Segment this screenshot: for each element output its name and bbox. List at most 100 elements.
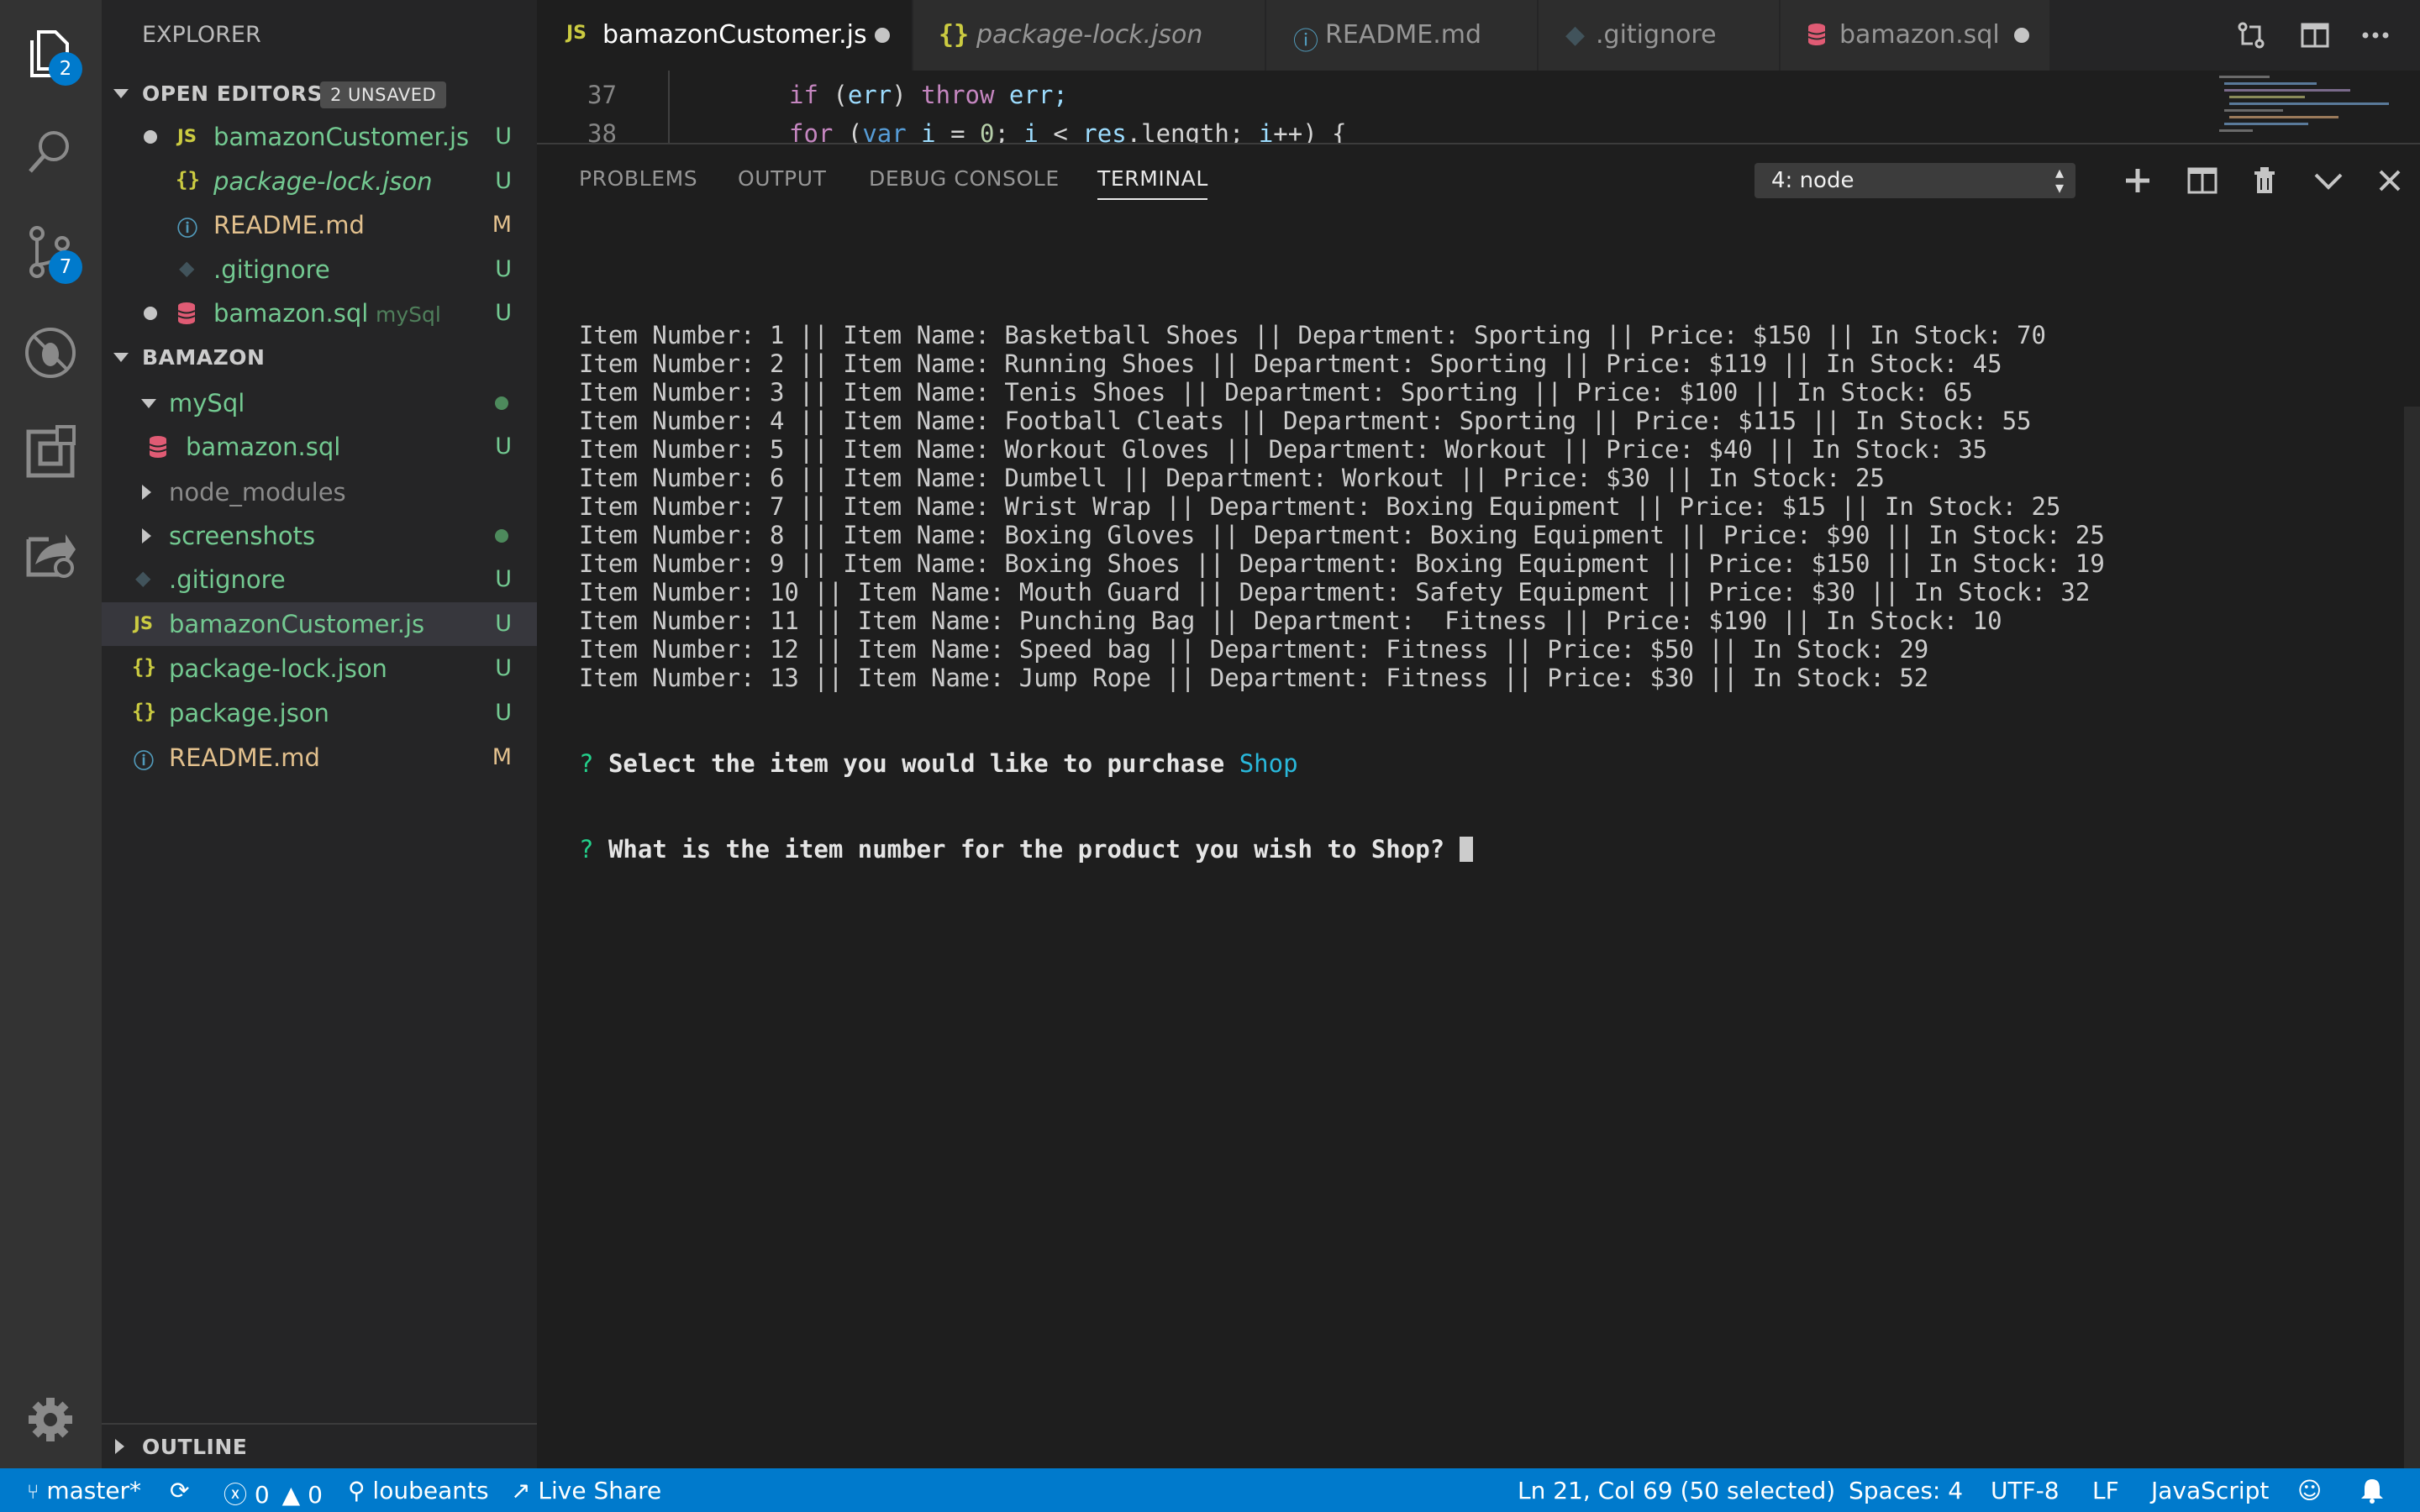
git-branch[interactable]: ⑂ master* (27, 1477, 141, 1504)
tab-problems[interactable]: PROBLEMS (579, 166, 697, 191)
tab-package-lock-json[interactable]: {} package-lock.json (913, 0, 1266, 71)
error-icon: ⓧ (224, 1481, 248, 1509)
database-icon (149, 435, 167, 459)
source-control-icon[interactable]: 7 (20, 222, 82, 284)
tab-terminal[interactable]: TERMINAL (1097, 166, 1208, 191)
terminal-scrollbar[interactable] (2404, 407, 2420, 1470)
tab-bamazoncustomer-js[interactable]: JS bamazonCustomer.js (537, 0, 913, 71)
end-of-line[interactable]: LF (2092, 1477, 2119, 1504)
split-terminal-icon[interactable] (2187, 166, 2217, 195)
info-file-icon: ⓘ (177, 217, 197, 240)
new-terminal-plus-icon[interactable] (2123, 166, 2152, 195)
open-changes-icon[interactable] (2236, 20, 2266, 50)
prompt-line-1: ? Select the item you would like to purc… (579, 749, 2105, 778)
modified-dot-icon (495, 529, 508, 543)
json-file-icon: {} (939, 20, 970, 50)
git-status: U (495, 256, 512, 282)
chevron-down-icon[interactable] (2313, 168, 2344, 193)
tab-gitignore[interactable]: ◆ .gitignore (1539, 0, 1781, 71)
minimap-line (2224, 109, 2283, 112)
tab-label: bamazonCustomer.js (602, 20, 867, 50)
git-file-icon: ◆ (179, 256, 195, 280)
indentation[interactable]: Spaces: 4 (1849, 1477, 1963, 1504)
status-bar: ⑂ master* ⟳ ⓧ 0 ▲ 0 ⚲ loubeants ↗ Live S… (0, 1468, 2420, 1512)
git-status: U (495, 168, 512, 194)
git-status: U (495, 123, 512, 150)
settings-gear-icon[interactable] (20, 1389, 81, 1450)
scm-badge: 7 (49, 250, 82, 284)
tab-label: README.md (1325, 20, 1482, 50)
file-label: bamazonCustomer.js (169, 610, 425, 638)
project-header[interactable]: BAMAZON (102, 335, 537, 379)
code-editor[interactable]: 37 38 if (err) throw err; for (var i = 0… (537, 71, 2420, 143)
folder-label: node_modules (169, 478, 346, 507)
close-panel-icon[interactable] (2377, 168, 2402, 193)
tree-file[interactable]: bamazon.sql U (102, 425, 537, 469)
tab-output[interactable]: OUTPUT (738, 166, 827, 191)
unsaved-dot-icon[interactable] (2014, 28, 2029, 43)
sync-icon[interactable]: ⟳ (170, 1477, 189, 1504)
tree-file[interactable]: ⓘ README.md M (102, 736, 537, 780)
terminal-output[interactable]: Item Number: 1 || Item Name: Basketball … (579, 264, 2105, 921)
extensions-icon[interactable] (20, 423, 81, 484)
terminal-line: Item Number: 13 || Item Name: Jump Rope … (579, 664, 1929, 692)
tree-file[interactable]: ◆ .gitignore U (102, 558, 537, 601)
file-label: .gitignore (169, 565, 286, 594)
tab-label: package-lock.json (976, 20, 1203, 50)
tree-file-selected[interactable]: JS bamazonCustomer.js U (102, 602, 537, 646)
tree-folder-node-modules[interactable]: node_modules (102, 470, 537, 514)
search-icon[interactable] (20, 123, 81, 183)
error-count: 0 (254, 1481, 270, 1509)
live-share-label: Live Share (538, 1477, 662, 1504)
minimap[interactable] (2212, 71, 2397, 143)
outline-header[interactable]: OUTLINE (102, 1423, 537, 1468)
feedback-smiley-icon[interactable]: ☺ (2297, 1477, 2322, 1504)
folder-label: screenshots (169, 522, 316, 550)
terminal-select[interactable]: 4: node ▴ ▾ (1754, 163, 2075, 198)
cursor-position[interactable]: Ln 21, Col 69 (50 selected) (1518, 1477, 1835, 1504)
encoding[interactable]: UTF-8 (1991, 1477, 2060, 1504)
terminal-line: Item Number: 2 || Item Name: Running Sho… (579, 349, 2002, 378)
tree-file[interactable]: {} package.json U (102, 691, 537, 735)
open-editors-title: OPEN EDITORS (142, 81, 323, 106)
chevron-right-icon (115, 1439, 124, 1454)
live-share-button[interactable]: ↗ Live Share (511, 1477, 661, 1504)
explorer-icon[interactable]: 2 (20, 24, 82, 86)
chevron-right-icon (142, 485, 151, 500)
database-icon (177, 302, 196, 325)
explorer-sidebar: EXPLORER OPEN EDITORS 2 UNSAVED JS bamaz… (102, 0, 537, 1468)
minimap-line (2229, 102, 2389, 105)
problems-indicator[interactable]: ⓧ 0 ▲ 0 (224, 1477, 323, 1510)
notifications-bell-icon[interactable] (2360, 1477, 2385, 1504)
debug-icon[interactable] (20, 323, 81, 383)
split-editor-icon[interactable] (2300, 20, 2330, 50)
open-editor-item[interactable]: bamazon.sql mySql U (102, 291, 537, 335)
git-status: U (495, 655, 512, 681)
trash-icon[interactable] (2251, 165, 2278, 195)
info-file-icon: ⓘ (134, 749, 154, 773)
open-editors-header[interactable]: OPEN EDITORS 2 UNSAVED (102, 71, 537, 115)
tab-debug-console[interactable]: DEBUG CONSOLE (869, 166, 1060, 191)
file-label: package-lock.json (213, 167, 433, 196)
tree-folder-screenshots[interactable]: screenshots (102, 514, 537, 558)
open-editor-item[interactable]: JS bamazonCustomer.js U (102, 115, 537, 159)
open-editor-item[interactable]: ◆ .gitignore U (102, 248, 537, 291)
live-share-icon[interactable] (20, 522, 81, 583)
open-editor-item[interactable]: ⓘ README.md M (102, 203, 537, 247)
minimap-line (2229, 96, 2305, 98)
more-actions-icon[interactable] (2360, 20, 2391, 50)
account-indicator[interactable]: ⚲ loubeants (348, 1477, 489, 1504)
terminal-line: Item Number: 4 || Item Name: Football Cl… (579, 407, 2032, 435)
tree-file[interactable]: {} package-lock.json U (102, 647, 537, 690)
prompt-answer: Shop (1239, 749, 1298, 778)
minimap-line (2219, 129, 2253, 132)
modified-dot-icon (495, 396, 508, 410)
unsaved-dot-icon[interactable] (875, 28, 890, 43)
tab-readme-md[interactable]: ⓘ README.md (1266, 0, 1539, 71)
file-description: mySql (376, 302, 441, 327)
file-label: bamazon.sql (186, 433, 341, 461)
language-mode[interactable]: JavaScript (2151, 1477, 2269, 1504)
tab-bamazon-sql[interactable]: bamazon.sql (1781, 0, 2051, 71)
tree-folder-mysql[interactable]: mySql (102, 381, 537, 425)
open-editor-item[interactable]: {} package-lock.json U (102, 160, 537, 203)
